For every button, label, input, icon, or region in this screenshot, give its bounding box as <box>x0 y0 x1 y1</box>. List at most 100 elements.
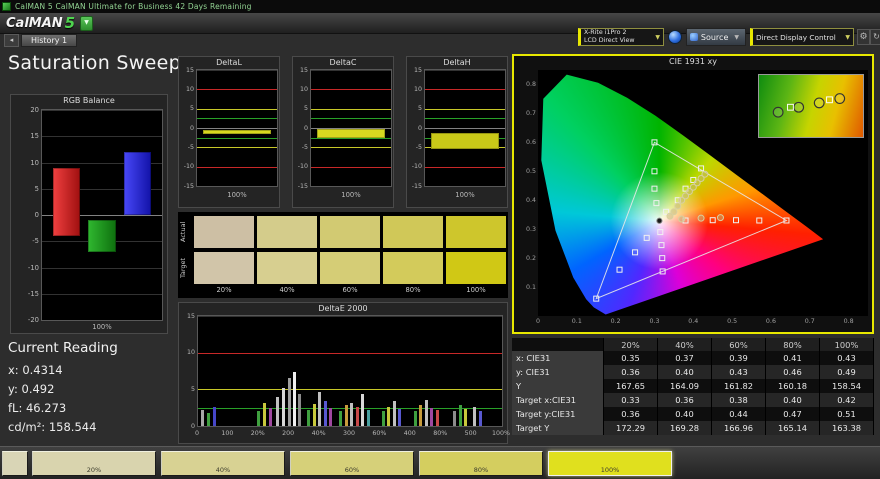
x-tick-label: 500 <box>464 430 477 437</box>
table-header-cell: 100% <box>820 338 874 351</box>
table-cell: 160.18 <box>766 379 820 393</box>
delta-yticks: 15 10 5 0 -5 -10 -15 <box>408 57 422 207</box>
x-tick-label: 0 <box>194 430 200 437</box>
y-tick-label: 0.2 <box>525 254 536 262</box>
reference-line <box>311 166 391 168</box>
logo-menu-button[interactable]: ▼ <box>80 15 94 31</box>
gridline <box>42 293 162 295</box>
y-tick-label: 0.3 <box>525 225 536 233</box>
reference-line <box>311 147 391 149</box>
deltae-bar <box>344 405 348 426</box>
refresh-button[interactable]: ↻ <box>870 29 880 45</box>
delta-chart-title: DeltaH <box>443 58 471 67</box>
table-cell: 0.40 <box>658 407 712 421</box>
swatch-actual-100% <box>446 216 506 248</box>
deltae-bar <box>473 406 477 426</box>
table-row: y: CIE31 0.36 0.40 0.43 0.46 0.49 <box>512 365 878 379</box>
table-header-row: 20% 40% 60% 80% 100% <box>512 338 878 351</box>
source-dropdown[interactable]: Source ▼ <box>686 28 746 46</box>
deltae-bar <box>350 402 354 426</box>
measured-point <box>689 183 697 191</box>
gridline <box>42 267 162 269</box>
saturation-button-40%[interactable]: 40% <box>161 451 285 476</box>
target-point <box>709 217 716 224</box>
table-row: Target x:CIE31 0.33 0.36 0.38 0.40 0.42 <box>512 393 878 407</box>
y-tick-label: 10 <box>186 349 195 357</box>
swatch-col-label: 100% <box>466 286 486 294</box>
table-cell: 0.43 <box>712 365 766 379</box>
title-bar: CalMAN 5 CalMAN Ultimate for Business 42… <box>0 0 880 13</box>
saturation-button-80%[interactable]: 80% <box>419 451 543 476</box>
y-tick-label: 5 <box>190 385 195 393</box>
x-tick-label: 100 <box>221 430 234 437</box>
window-title: CalMAN 5 CalMAN Ultimate for Business 42… <box>15 2 252 11</box>
x-tick-label: 400 <box>403 430 416 437</box>
calman-window: CalMAN 5 CalMAN Ultimate for Business 42… <box>0 0 880 479</box>
table-cell: 0.44 <box>712 407 766 421</box>
rgb-bar-red <box>52 167 81 236</box>
table-cell: 0.36 <box>604 365 658 379</box>
saturation-button-60%[interactable]: 60% <box>290 451 414 476</box>
meter-dropdown[interactable]: X-Rite i1Pro 2 LCD Direct View ▼ <box>578 28 664 46</box>
swatch-actual-40% <box>257 216 317 248</box>
gridline <box>425 70 505 71</box>
deltae-xticks: 0 100 20% 200 40% 300 60% 400 80% 500 100% <box>194 430 510 440</box>
delta-chart-title: DeltaC <box>329 58 357 67</box>
reference-line <box>197 89 277 91</box>
current-reading: Current Reading x: 0.4314 y: 0.492 fL: 4… <box>8 340 118 439</box>
cie-1931-chart: CIE 1931 xy 0.1 0.2 0.3 0.4 0.5 0.6 0.7 0.8 0 0.… <box>512 54 874 334</box>
delta-chart-deltah: DeltaH 15 10 5 0 -5 -10 -15 100% <box>406 56 508 208</box>
reference-line <box>197 166 277 168</box>
tab-history-1[interactable]: History 1 <box>21 34 78 47</box>
white-point <box>656 217 663 224</box>
deltae-bar <box>323 401 327 426</box>
table-row: Target y:CIE31 0.36 0.40 0.44 0.47 0.51 <box>512 407 878 421</box>
target-point <box>733 217 739 224</box>
saturation-button-100%[interactable]: 100% <box>548 451 672 476</box>
page-title: Saturation Sweeps <box>8 52 192 74</box>
y-tick-label: 0.5 <box>525 167 536 175</box>
y-tick-label: 0.1 <box>525 283 536 291</box>
deltae-bar <box>329 408 333 426</box>
gridline <box>311 186 391 187</box>
measurement-table: 20% 40% 60% 80% 100% x: CIE31 0.35 0.37 0.39 0.41… <box>512 338 878 435</box>
current-reading-x: x: 0.4314 <box>8 363 63 377</box>
settings-gear-button[interactable]: ⚙ <box>857 29 870 45</box>
delta-plot <box>310 69 392 187</box>
deltae-yticks: 15 10 5 0 <box>181 303 195 443</box>
x-tick-label: 100% <box>491 430 511 437</box>
gamut-triangle <box>595 141 788 300</box>
y-tick-label: -10 <box>27 263 39 272</box>
deltae-title: DeltaE 2000 <box>318 304 368 313</box>
swatch-target-20% <box>194 252 254 284</box>
cie-inset-points <box>772 93 846 118</box>
target-point <box>651 168 658 175</box>
table-header-cell: 20% <box>604 338 658 351</box>
delta-chart-deltal: DeltaL 15 10 5 0 -5 -10 -15 100% <box>178 56 280 208</box>
reference-line <box>425 166 505 168</box>
delta-plot <box>424 69 506 187</box>
deltae-chart: DeltaE 2000 15 10 5 0 0 100 20% 200 40% 300 60% 40… <box>178 302 510 444</box>
table-cell: 158.54 <box>820 379 874 393</box>
x-tick-label: 0.6 <box>765 318 776 325</box>
table-cell: 0.40 <box>766 393 820 407</box>
y-tick-label: 15 <box>299 66 308 74</box>
swatch-col-label: 60% <box>342 286 358 294</box>
table-row: x: CIE31 0.35 0.37 0.39 0.41 0.43 <box>512 351 878 365</box>
table-cell: 166.96 <box>712 421 766 435</box>
display-control-dropdown[interactable]: Direct Display Control ▼ <box>750 28 854 46</box>
measured-point <box>697 175 705 183</box>
delta-xlabel: 100% <box>227 191 247 199</box>
saturation-button-20%[interactable]: 20% <box>32 451 156 476</box>
bottom-bar: 20%40%60%80%100% ◂ ▸ «Back ◂ ▸ Next» <box>0 446 880 479</box>
y-tick-label: -15 <box>27 289 39 298</box>
history-back-button[interactable]: ◂ <box>4 34 19 47</box>
x-tick-label: 0.1 <box>571 318 582 325</box>
delta-chart-title: DeltaL <box>216 58 242 67</box>
x-tick-label: 0.4 <box>688 318 699 325</box>
x-tick-label: 0 <box>535 318 541 325</box>
delta-bar <box>317 129 385 138</box>
deltae-bar <box>339 411 343 426</box>
table-cell: 0.51 <box>820 407 874 421</box>
swatch-actual-60% <box>320 216 380 248</box>
